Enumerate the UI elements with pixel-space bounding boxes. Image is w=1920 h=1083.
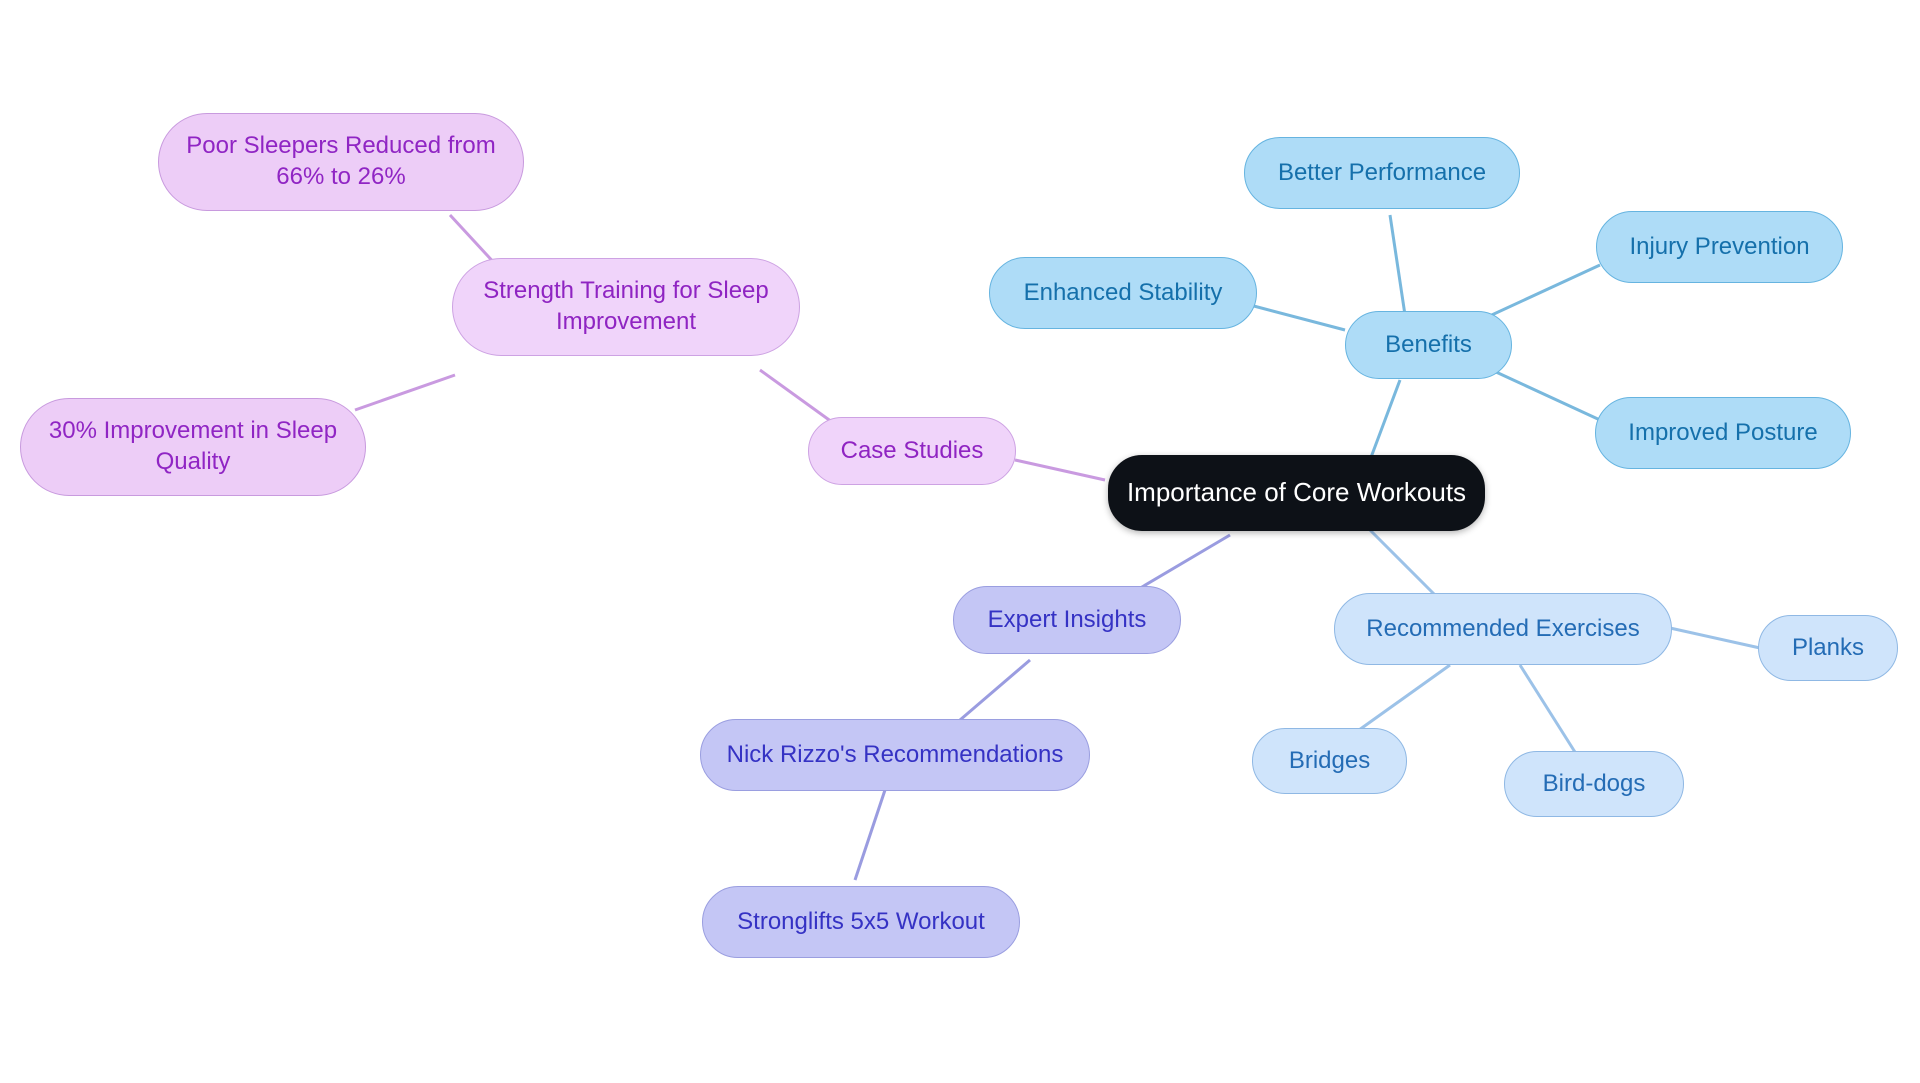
node-injury-prevention[interactable]: Injury Prevention	[1596, 211, 1843, 283]
node-label: Expert Insights	[987, 605, 1147, 633]
node-expert-insights[interactable]: Expert Insights	[953, 586, 1181, 654]
node-label: Injury Prevention	[1629, 232, 1810, 260]
node-bird-dogs[interactable]: Bird-dogs	[1504, 751, 1684, 817]
node-case-studies[interactable]: Case Studies	[808, 417, 1016, 485]
node-label: Strength Training for Sleep Improvement	[483, 277, 769, 335]
node-label: Planks	[1791, 633, 1865, 661]
node-label: Bridges	[1288, 746, 1371, 774]
node-strength-training-for-sleep-improvement[interactable]: Strength Training for Sleep Improvement	[452, 258, 800, 356]
node-30-percent-improvement-in-sleep-quality[interactable]: 30% Improvement in Sleep Quality	[20, 398, 366, 496]
node-stronglifts-5x5-workout[interactable]: Stronglifts 5x5 Workout	[702, 886, 1020, 958]
node-enhanced-stability[interactable]: Enhanced Stability	[989, 257, 1257, 329]
node-label: Benefits	[1385, 330, 1472, 358]
node-label: Case Studies	[840, 436, 984, 464]
node-label: Stronglifts 5x5 Workout	[737, 907, 985, 935]
node-planks[interactable]: Planks	[1758, 615, 1898, 681]
mindmap-canvas: Importance of Core Workouts Benefits Bet…	[0, 0, 1920, 1083]
node-label: Recommended Exercises	[1366, 614, 1640, 642]
node-label: Better Performance	[1277, 158, 1487, 186]
node-poor-sleepers-reduced[interactable]: Poor Sleepers Reduced from 66% to 26%	[158, 113, 524, 211]
node-recommended-exercises[interactable]: Recommended Exercises	[1334, 593, 1672, 665]
node-better-performance[interactable]: Better Performance	[1244, 137, 1520, 209]
node-label: Improved Posture	[1628, 418, 1818, 446]
node-benefits[interactable]: Benefits	[1345, 311, 1512, 379]
node-label: Bird-dogs	[1542, 769, 1646, 797]
node-label: Importance of Core Workouts	[1126, 477, 1467, 508]
node-label: Poor Sleepers Reduced from 66% to 26%	[186, 132, 496, 190]
node-label: Enhanced Stability	[1023, 278, 1223, 306]
node-nick-rizzos-recommendations[interactable]: Nick Rizzo's Recommendations	[700, 719, 1090, 791]
node-improved-posture[interactable]: Improved Posture	[1595, 397, 1851, 469]
node-label: Nick Rizzo's Recommendations	[726, 740, 1064, 768]
node-bridges[interactable]: Bridges	[1252, 728, 1407, 794]
node-label: 30% Improvement in Sleep Quality	[48, 417, 338, 475]
node-root-importance-of-core-workouts[interactable]: Importance of Core Workouts	[1108, 455, 1485, 531]
